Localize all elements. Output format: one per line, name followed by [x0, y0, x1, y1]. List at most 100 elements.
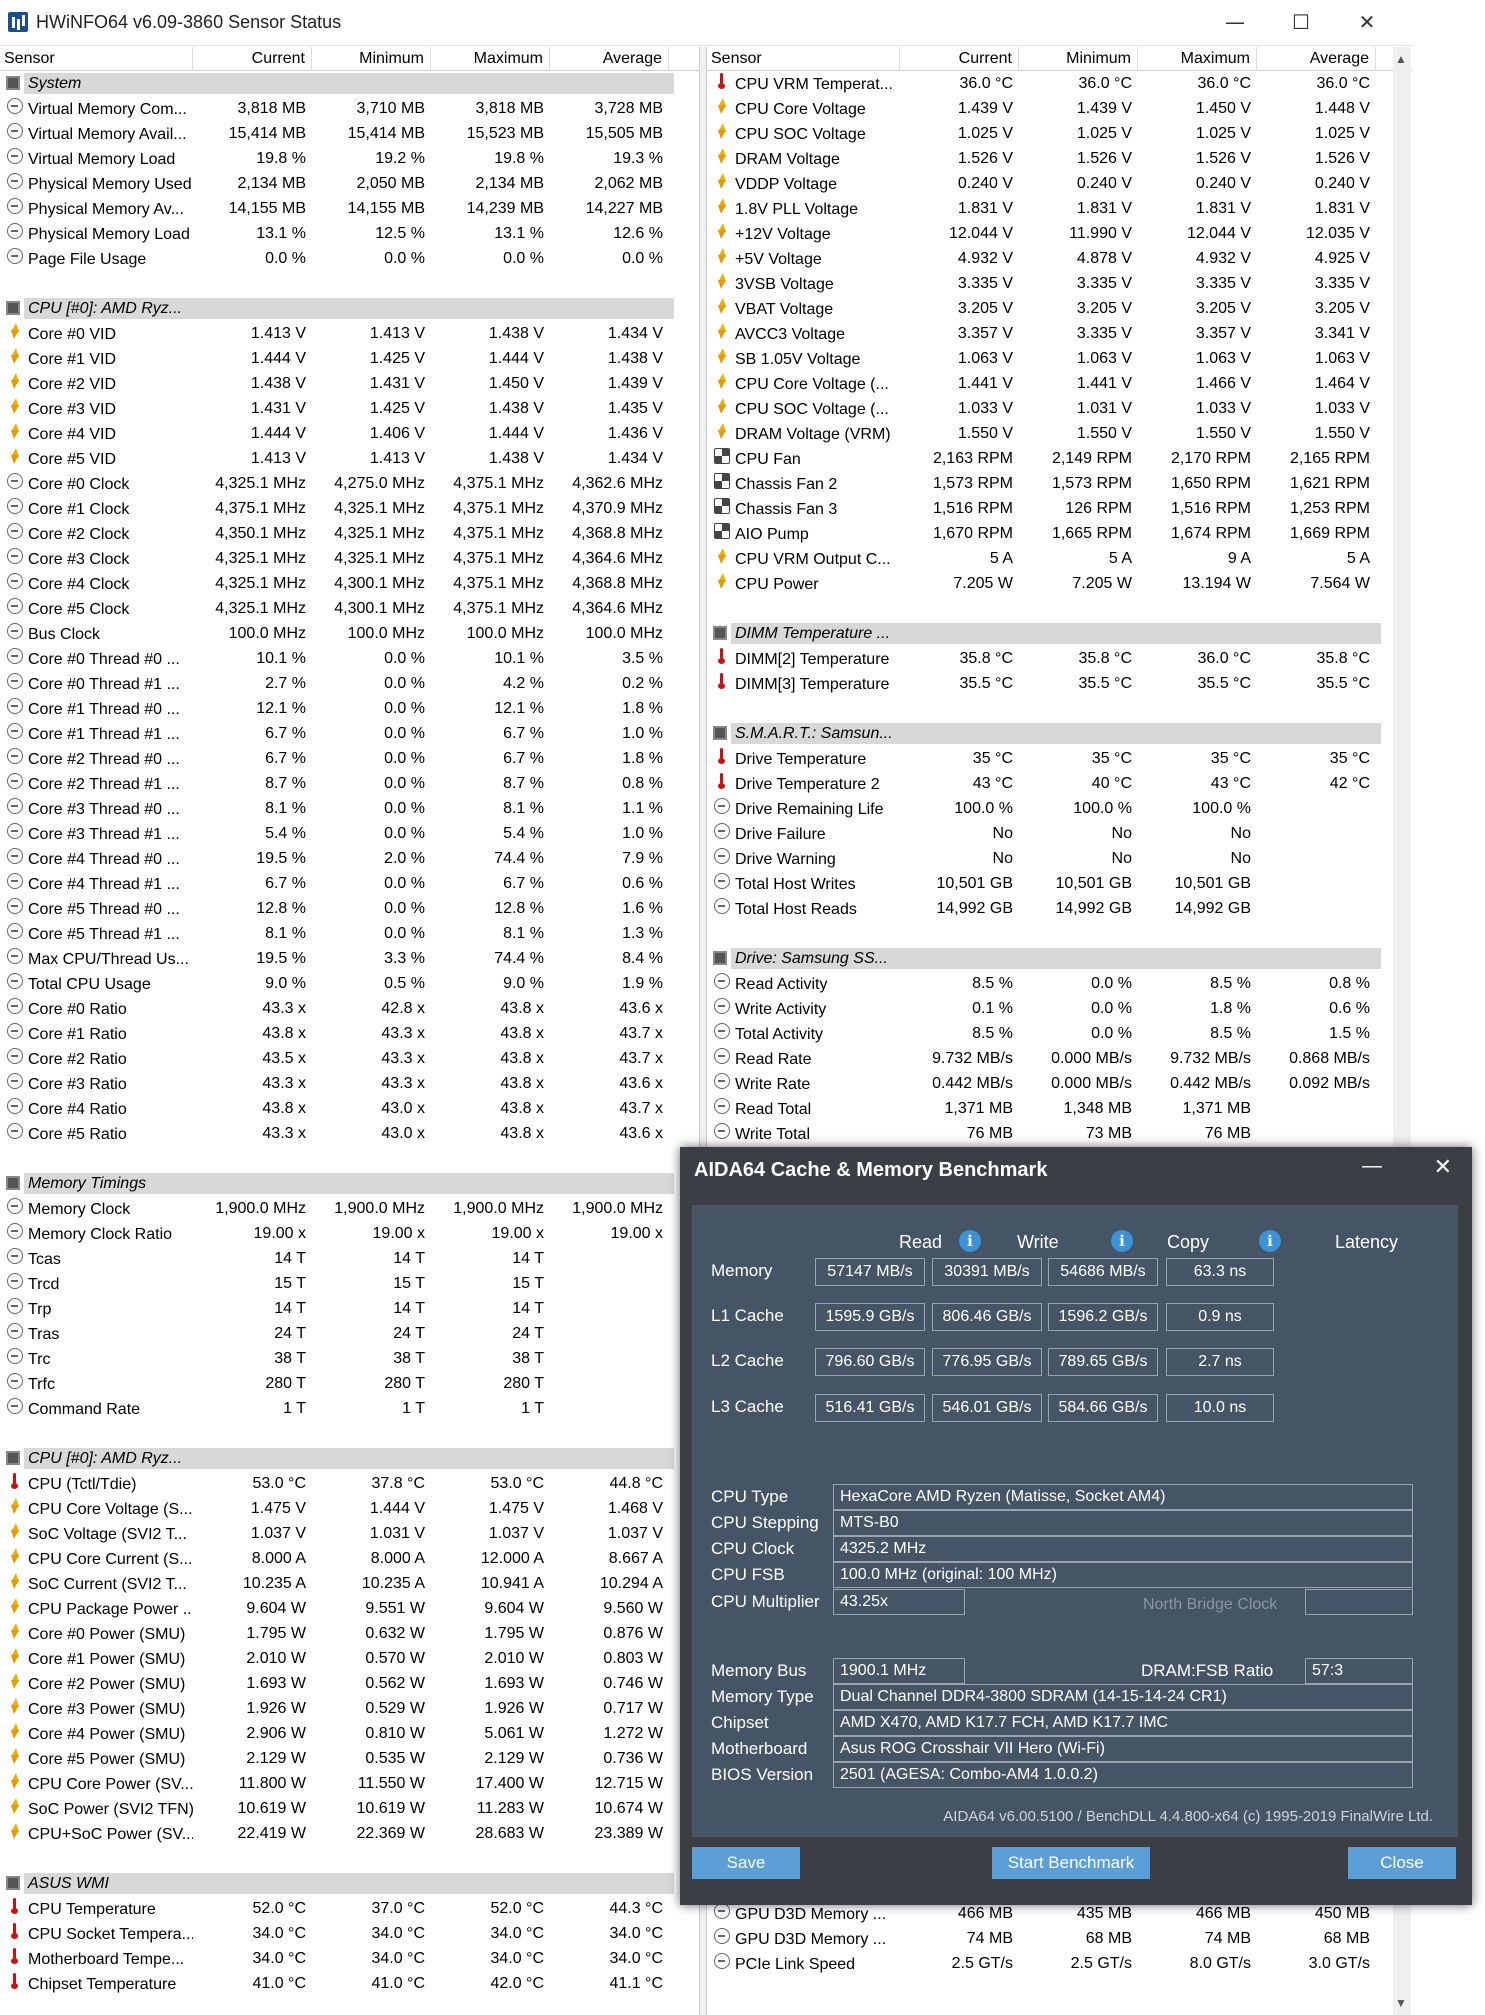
sensor-row[interactable]: Virtual Memory Load 19.8 % 19.2 % 19.8 % 19.… — [0, 146, 699, 171]
aida-minimize-button[interactable]: — — [1362, 1155, 1382, 1178]
sensor-row[interactable]: Core #1 Ratio 43.8 x 43.3 x 43.8 x 43.7 x — [0, 1021, 699, 1046]
sensor-row[interactable]: Command Rate 1 T 1 T 1 T — [0, 1396, 699, 1421]
sensor-row[interactable]: 3VSB Voltage 3.335 V 3.335 V 3.335 V 3.335 V — [707, 271, 1412, 296]
sensor-row[interactable]: CPU Temperature 52.0 °C 37.0 °C 52.0 °C 44.3… — [0, 1896, 699, 1921]
sensor-row[interactable]: CPU SOC Voltage (... 1.033 V 1.031 V 1.033 … — [707, 396, 1412, 421]
sensor-row[interactable]: Core #3 VID 1.431 V 1.425 V 1.438 V 1.435 V — [0, 396, 699, 421]
sensor-group-header[interactable]: CPU [#0]: AMD Ryz... — [0, 1446, 699, 1471]
sensor-row[interactable]: Read Rate 9.732 MB/s 0.000 MB/s 9.732 MB/s 0… — [707, 1046, 1412, 1071]
sensor-row[interactable]: CPU Package Power ... 9.604 W 9.551 W 9.604… — [0, 1596, 699, 1621]
sensor-row[interactable]: Physical Memory Load 13.1 % 12.5 % 13.1 % 12… — [0, 221, 699, 246]
sensor-row[interactable]: Core #3 Clock 4,325.1 MHz 4,325.1 MHz 4,375… — [0, 546, 699, 571]
sensor-group-header[interactable]: System — [0, 71, 699, 96]
col-average[interactable]: Average — [550, 47, 669, 71]
sensor-row[interactable]: CPU VRM Output C... 5 A 5 A 9 A 5 A — [707, 546, 1412, 571]
sensor-row[interactable]: Core #0 Thread #1 ... 2.7 % 0.0 % 4.2 % 0.2 … — [0, 671, 699, 696]
sensor-row[interactable]: CPU Fan 2,163 RPM 2,149 RPM 2,170 RPM 2,165 … — [707, 446, 1412, 471]
sensor-row[interactable]: Bus Clock 100.0 MHz 100.0 MHz 100.0 MHz 100.… — [0, 621, 699, 646]
sensor-row[interactable]: Drive Temperature 2 43 °C 40 °C 43 °C 42 °C — [707, 771, 1412, 796]
sensor-row[interactable]: Core #4 Thread #1 ... 6.7 % 0.0 % 6.7 % 0.6 … — [0, 871, 699, 896]
maximize-button[interactable]: ☐ — [1276, 6, 1326, 38]
save-button[interactable]: Save — [692, 1847, 800, 1879]
sensor-row[interactable]: Virtual Memory Avail... 15,414 MB 15,414 M… — [0, 121, 699, 146]
sensor-row[interactable]: Total Activity 8.5 % 0.0 % 8.5 % 1.5 % — [707, 1021, 1412, 1046]
sensor-row[interactable]: Core #5 VID 1.413 V 1.413 V 1.438 V 1.434 V — [0, 446, 699, 471]
sensor-row[interactable]: Trfc 280 T 280 T 280 T — [0, 1371, 699, 1396]
sensor-row[interactable]: Drive Temperature 35 °C 35 °C 35 °C 35 °C — [707, 746, 1412, 771]
sensor-row[interactable]: Core #3 Thread #1 ... 5.4 % 0.0 % 5.4 % 1.0 … — [0, 821, 699, 846]
sensor-row[interactable]: SoC Voltage (SVI2 T... 1.037 V 1.031 V 1.03… — [0, 1521, 699, 1546]
sensor-row[interactable]: Write Rate 0.442 MB/s 0.000 MB/s 0.442 MB/s… — [707, 1071, 1412, 1096]
sensor-row[interactable]: Core #1 Thread #1 ... 6.7 % 0.0 % 6.7 % 1.0 … — [0, 721, 699, 746]
sensor-row[interactable]: Memory Clock Ratio 19.00 x 19.00 x 19.00 x 1… — [0, 1221, 699, 1246]
sensor-row[interactable]: VDDP Voltage 0.240 V 0.240 V 0.240 V 0.240 V — [707, 171, 1412, 196]
sensor-row[interactable]: Core #4 Power (SMU) 2.906 W 0.810 W 5.061 W… — [0, 1721, 699, 1746]
sensor-row[interactable]: DIMM[3] Temperature 35.5 °C 35.5 °C 35.5 °C… — [707, 671, 1412, 696]
start-benchmark-button[interactable]: Start Benchmark — [992, 1847, 1150, 1879]
sensor-group-header[interactable]: Memory Timings — [0, 1171, 699, 1196]
sensor-row[interactable]: DIMM[2] Temperature 35.8 °C 35.8 °C 36.0 °C… — [707, 646, 1412, 671]
sensor-row[interactable]: +12V Voltage 12.044 V 11.990 V 12.044 V 12.0… — [707, 221, 1412, 246]
write-info-icon[interactable]: i — [1111, 1230, 1133, 1252]
sensor-row[interactable]: Chassis Fan 3 1,516 RPM 126 RPM 1,516 RPM 1,… — [707, 496, 1412, 521]
sensor-row[interactable]: Core #0 Ratio 43.3 x 42.8 x 43.8 x 43.6 x — [0, 996, 699, 1021]
sensor-row[interactable]: Core #3 Power (SMU) 1.926 W 0.529 W 1.926 W… — [0, 1696, 699, 1721]
aida-close-button[interactable]: Close — [1348, 1847, 1456, 1879]
sensor-row[interactable]: Drive Remaining Life 100.0 % 100.0 % 100.0 … — [707, 796, 1412, 821]
sensor-row[interactable]: Core #2 Thread #1 ... 8.7 % 0.0 % 8.7 % 0.8 … — [0, 771, 699, 796]
sensor-row[interactable]: DRAM Voltage 1.526 V 1.526 V 1.526 V 1.526 V — [707, 146, 1412, 171]
sensor-row[interactable]: Physical Memory Used 2,134 MB 2,050 MB 2,13… — [0, 171, 699, 196]
sensor-row[interactable]: Core #0 Clock 4,325.1 MHz 4,275.0 MHz 4,375… — [0, 471, 699, 496]
sensor-row[interactable]: PCIe Link Speed 2.5 GT/s 2.5 GT/s 8.0 GT/s 3… — [707, 1951, 1407, 1976]
sensor-row[interactable]: CPU VRM Temperat... 36.0 °C 36.0 °C 36.0 °C… — [707, 71, 1412, 96]
col-sensor[interactable]: Sensor — [0, 47, 193, 71]
sensor-row[interactable]: Core #1 Power (SMU) 2.010 W 0.570 W 2.010 W… — [0, 1646, 699, 1671]
scroll-down-arrow-icon[interactable]: ▼ — [1395, 1996, 1407, 2010]
scroll-up-arrow-icon[interactable]: ▲ — [1395, 52, 1407, 66]
sensor-row[interactable]: Core #5 Thread #1 ... 8.1 % 0.0 % 8.1 % 1.3 … — [0, 921, 699, 946]
sensor-row[interactable]: Page File Usage 0.0 % 0.0 % 0.0 % 0.0 % — [0, 246, 699, 271]
sensor-row[interactable]: Core #2 Power (SMU) 1.693 W 0.562 W 1.693 W… — [0, 1671, 699, 1696]
sensor-group-header[interactable]: ASUS WMI — [0, 1871, 699, 1896]
sensor-row[interactable]: Max CPU/Thread Us... 19.5 % 3.3 % 74.4 % 8.4… — [0, 946, 699, 971]
sensor-row[interactable]: Core #2 Ratio 43.5 x 43.3 x 43.8 x 43.7 x — [0, 1046, 699, 1071]
sensor-row[interactable]: Total Host Writes 10,501 GB 10,501 GB 10,50… — [707, 871, 1412, 896]
sensor-row[interactable]: Core #5 Ratio 43.3 x 43.0 x 43.8 x 43.6 x — [0, 1121, 699, 1146]
sensor-row[interactable]: Physical Memory Av... 14,155 MB 14,155 MB 1… — [0, 196, 699, 221]
sensor-row[interactable]: CPU Core Current (S... 8.000 A 8.000 A 12.0… — [0, 1546, 699, 1571]
sensor-row[interactable]: Read Total 1,371 MB 1,348 MB 1,371 MB — [707, 1096, 1412, 1121]
read-info-icon[interactable]: i — [959, 1230, 981, 1252]
sensor-row[interactable]: Read Activity 8.5 % 0.0 % 8.5 % 0.8 % — [707, 971, 1412, 996]
sensor-row[interactable]: Motherboard Tempe... 34.0 °C 34.0 °C 34.0 °… — [0, 1946, 699, 1971]
sensor-row[interactable]: Core #2 Clock 4,350.1 MHz 4,325.1 MHz 4,375… — [0, 521, 699, 546]
sensor-row[interactable]: Trcd 15 T 15 T 15 T — [0, 1271, 699, 1296]
aida-close-icon[interactable]: ✕ — [1434, 1155, 1452, 1180]
sensor-row[interactable]: GPU D3D Memory ... 74 MB 68 MB 74 MB 68 MB — [707, 1926, 1407, 1951]
copy-info-icon[interactable]: i — [1259, 1230, 1281, 1252]
sensor-row[interactable]: CPU (Tctl/Tdie) 53.0 °C 37.8 °C 53.0 °C 44.8… — [0, 1471, 699, 1496]
sensor-row[interactable]: Core #3 Thread #0 ... 8.1 % 0.0 % 8.1 % 1.1 … — [0, 796, 699, 821]
col-minimum-right[interactable]: Minimum — [1019, 47, 1138, 71]
col-current[interactable]: Current — [193, 47, 312, 71]
sensor-row[interactable]: Total Host Reads 14,992 GB 14,992 GB 14,992… — [707, 896, 1412, 921]
sensor-row[interactable]: Virtual Memory Com... 3,818 MB 3,710 MB 3,8… — [0, 96, 699, 121]
sensor-row[interactable]: VBAT Voltage 3.205 V 3.205 V 3.205 V 3.205 V — [707, 296, 1412, 321]
sensor-row[interactable]: Core #0 Power (SMU) 1.795 W 0.632 W 1.795 W… — [0, 1621, 699, 1646]
sensor-row[interactable]: Drive Failure No No No — [707, 821, 1412, 846]
minimize-button[interactable]: — — [1210, 6, 1260, 38]
sensor-row[interactable]: CPU Socket Tempera... 34.0 °C 34.0 °C 34.0 … — [0, 1921, 699, 1946]
sensor-row[interactable]: Core #5 Power (SMU) 2.129 W 0.535 W 2.129 W… — [0, 1746, 699, 1771]
sensor-row[interactable]: Chassis Fan 2 1,573 RPM 1,573 RPM 1,650 RPM… — [707, 471, 1412, 496]
col-current-right[interactable]: Current — [900, 47, 1019, 71]
sensor-row[interactable]: Tras 24 T 24 T 24 T — [0, 1321, 699, 1346]
sensor-row[interactable]: Drive Warning No No No — [707, 846, 1412, 871]
sensor-row[interactable]: AIO Pump 1,670 RPM 1,665 RPM 1,674 RPM 1,669… — [707, 521, 1412, 546]
sensor-row[interactable]: Chipset Temperature 41.0 °C 41.0 °C 42.0 °C… — [0, 1971, 699, 1996]
sensor-row[interactable]: Core #1 Clock 4,375.1 MHz 4,325.1 MHz 4,375… — [0, 496, 699, 521]
sensor-row[interactable]: SoC Current (SVI2 T... 10.235 A 10.235 A 10… — [0, 1571, 699, 1596]
sensor-row[interactable]: 1.8V PLL Voltage 1.831 V 1.831 V 1.831 V 1.8… — [707, 196, 1412, 221]
sensor-row[interactable]: +5V Voltage 4.932 V 4.878 V 4.932 V 4.925 V — [707, 246, 1412, 271]
sensor-row[interactable]: Core #5 Clock 4,325.1 MHz 4,300.1 MHz 4,375… — [0, 596, 699, 621]
sensor-row[interactable]: Core #4 Ratio 43.8 x 43.0 x 43.8 x 43.7 x — [0, 1096, 699, 1121]
sensor-row[interactable]: Core #4 Clock 4,325.1 MHz 4,300.1 MHz 4,375… — [0, 571, 699, 596]
